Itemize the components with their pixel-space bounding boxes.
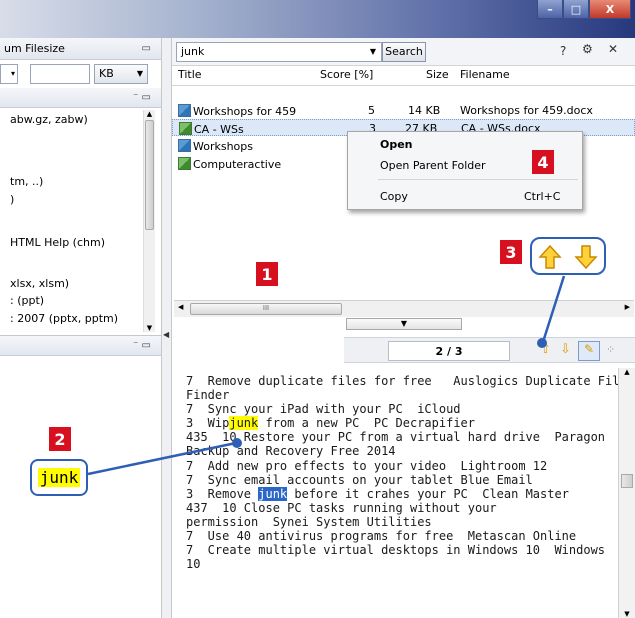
- callout-dot-2: [232, 438, 242, 448]
- callout-line-2: [87, 441, 237, 476]
- callout-lines: [87, 275, 566, 476]
- callout-line-3: [541, 275, 566, 343]
- callout-dot-3: [537, 338, 547, 348]
